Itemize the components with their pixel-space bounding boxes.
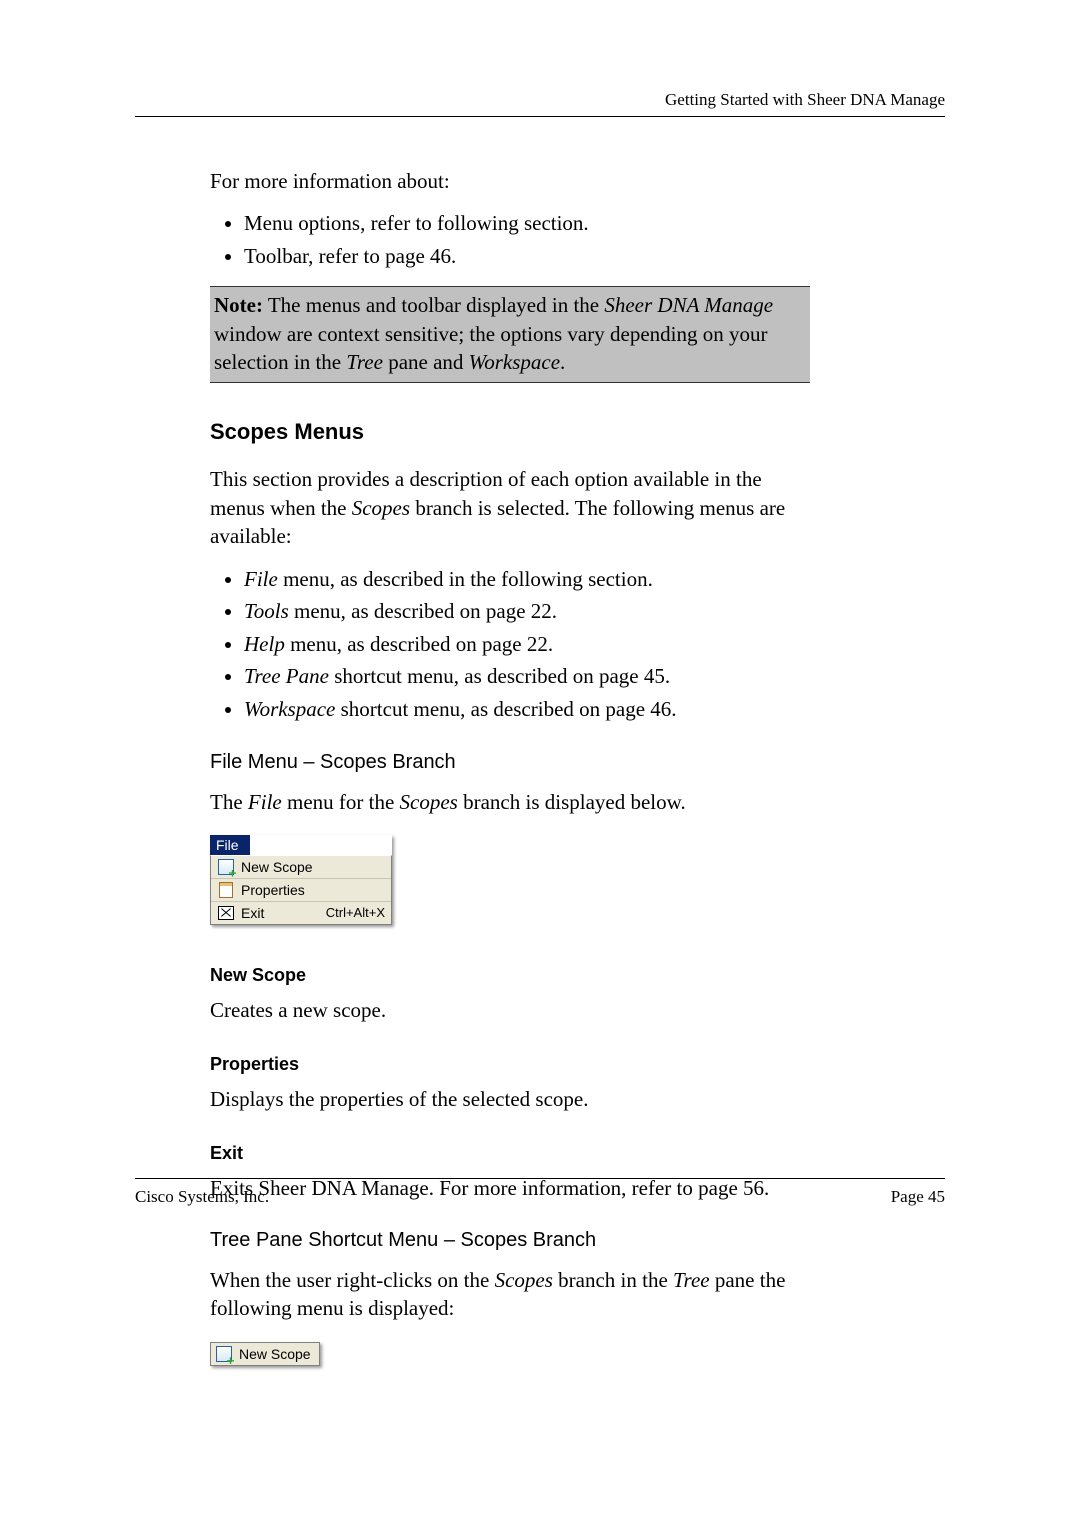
list-item: Toolbar, refer to page 46. [244,240,810,273]
li-text: menu, as described in the following sect… [278,567,653,591]
list-item: Help menu, as described on page 22. [244,628,810,661]
heading-scopes-menus: Scopes Menus [210,419,810,445]
heading-treepane-menu: Tree Pane Shortcut Menu – Scopes Branch [210,1229,810,1252]
menu-item-text: Exit [241,905,264,921]
menu-item-accel: Ctrl+Alt+X [326,905,385,920]
li-italic: File [244,567,278,591]
scopes-intro: This section provides a description of e… [210,465,810,550]
menu-item-exit[interactable]: Exit Ctrl+Alt+X [211,902,391,924]
li-text: shortcut menu, as described on page 46. [335,697,676,721]
note-italic: Workspace [469,350,560,374]
note-text: . [560,350,565,374]
menu-item-label: New Scope [241,859,385,875]
note-italic: Tree [346,350,383,374]
menu-item-label: Exit [241,905,326,921]
intro-bullets: Menu options, refer to following section… [210,207,810,272]
body-text: menu for the [282,790,400,814]
li-text: menu, as described on page 22. [289,599,557,623]
note-text: pane and [383,350,469,374]
exit-icon [217,905,235,921]
body-text: When the user right-clicks on the [210,1268,495,1292]
body-italic: Scopes [495,1268,553,1292]
treepane-intro: When the user right-clicks on the Scopes… [210,1266,810,1323]
body-italic: Scopes [352,496,410,520]
li-text: shortcut menu, as described on page 45. [329,664,670,688]
intro-text: For more information about: [210,167,810,195]
li-italic: Tools [244,599,289,623]
note-box: Note: The menus and toolbar displayed in… [210,286,810,383]
note-italic: Sheer DNA Manage [604,293,773,317]
menu-panel: New Scope Properties Exit Ctrl+Alt+X [210,855,392,925]
li-italic: Help [244,632,285,656]
list-item: File menu, as described in the following… [244,563,810,596]
menu-title: File [210,835,250,855]
properties-icon [217,882,235,898]
body-text: branch in the [553,1268,673,1292]
body-italic: Scopes [400,790,458,814]
def-body: Displays the properties of the selected … [210,1085,810,1113]
menu-item-label: Properties [241,882,385,898]
def-heading-new-scope: New Scope [210,965,810,986]
footer-right: Page 45 [891,1187,945,1207]
menu-item-label: New Scope [239,1346,311,1362]
li-text: menu, as described on page 22. [285,632,553,656]
list-item: Workspace shortcut menu, as described on… [244,693,810,726]
li-italic: Workspace [244,697,335,721]
list-item: Tools menu, as described on page 22. [244,595,810,628]
li-italic: Tree Pane [244,664,329,688]
def-body: Creates a new scope. [210,996,810,1024]
scopes-bullets: File menu, as described in the following… [210,563,810,726]
body-text: branch is displayed below. [458,790,686,814]
context-menu-item-new-scope[interactable]: New Scope [210,1342,320,1366]
note-label: Note: [214,293,263,317]
def-heading-exit: Exit [210,1143,810,1164]
file-menu-intro: The File menu for the Scopes branch is d… [210,788,810,816]
list-item: Tree Pane shortcut menu, as described on… [244,660,810,693]
body-text: The [210,790,248,814]
body-italic: Tree [673,1268,710,1292]
list-item: Menu options, refer to following section… [244,207,810,240]
menu-item-properties[interactable]: Properties [211,879,391,902]
footer-left: Cisco Systems, Inc. [135,1187,269,1207]
menu-item-new-scope[interactable]: New Scope [211,856,391,879]
newscope-icon [217,859,235,875]
file-menu-screenshot: File New Scope Properties Exit Ctrl+Alt+… [210,835,392,925]
body-italic: File [248,790,282,814]
heading-file-menu: File Menu – Scopes Branch [210,751,810,774]
def-heading-properties: Properties [210,1054,810,1075]
page-footer: Cisco Systems, Inc. Page 45 [135,1178,945,1207]
running-head: Getting Started with Sheer DNA Manage [135,90,945,117]
newscope-icon [215,1346,233,1362]
note-text: The menus and toolbar displayed in the [263,293,604,317]
page-body: Getting Started with Sheer DNA Manage Fo… [135,90,945,1367]
